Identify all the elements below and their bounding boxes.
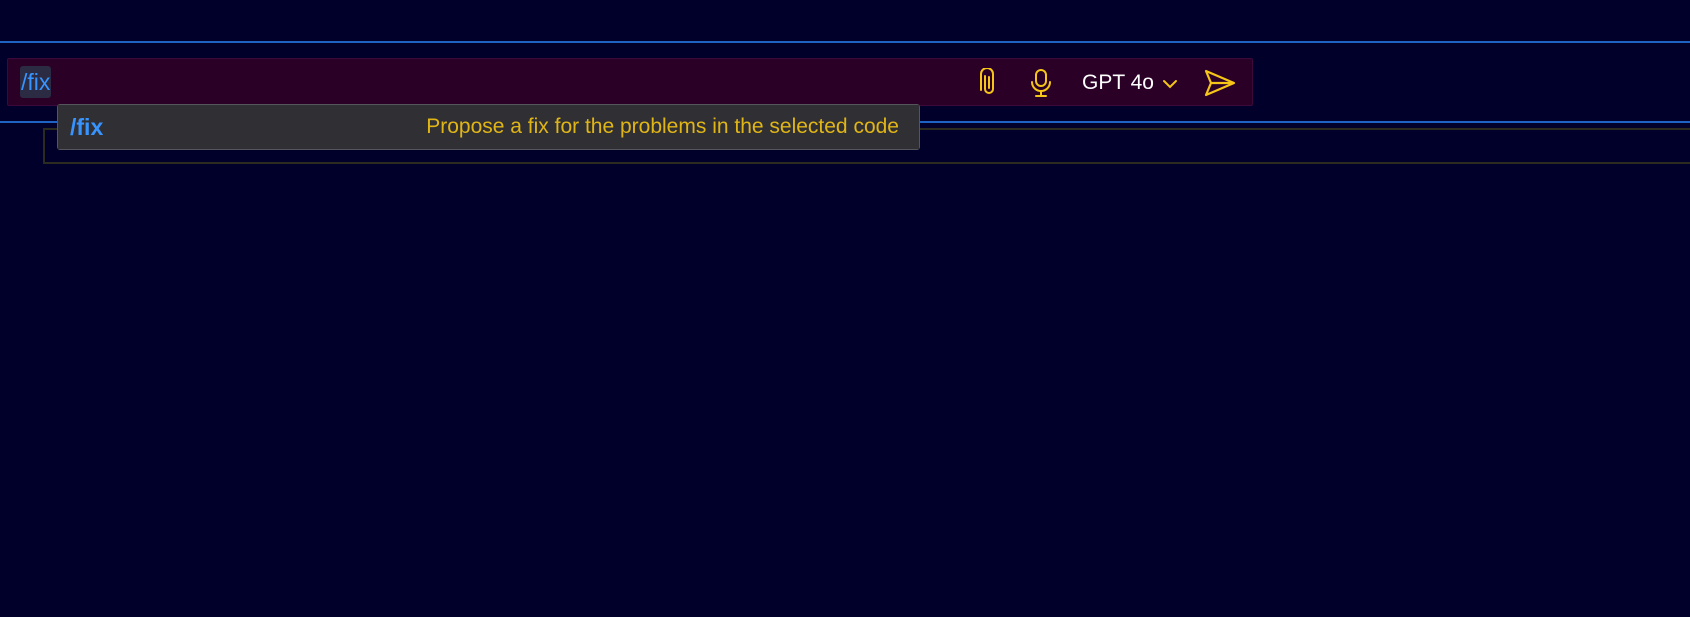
microphone-icon[interactable]: [1026, 67, 1056, 99]
suggestion-item[interactable]: /fix Propose a fix for the problems in t…: [58, 105, 919, 149]
inline-chat-top-border: [0, 41, 1690, 43]
model-label: GPT 4o: [1082, 71, 1154, 94]
slash-command-suggestions: /fix Propose a fix for the problems in t…: [57, 104, 920, 150]
send-icon[interactable]: [1202, 65, 1238, 101]
chat-input[interactable]: /fix: [20, 65, 52, 99]
editor-canvas: /fix GPT 4o /fix Propose a fix for the p…: [0, 0, 1690, 617]
model-picker[interactable]: GPT 4o: [1082, 67, 1178, 99]
inline-chat-widget: /fix GPT 4o: [7, 58, 1253, 106]
suggestion-description: Propose a fix for the problems in the se…: [426, 115, 899, 138]
paperclip-icon[interactable]: [974, 67, 1004, 99]
chevron-down-icon: [1162, 71, 1178, 95]
slash-command-token[interactable]: /fix: [20, 66, 52, 98]
suggestion-command: /fix: [70, 113, 104, 140]
